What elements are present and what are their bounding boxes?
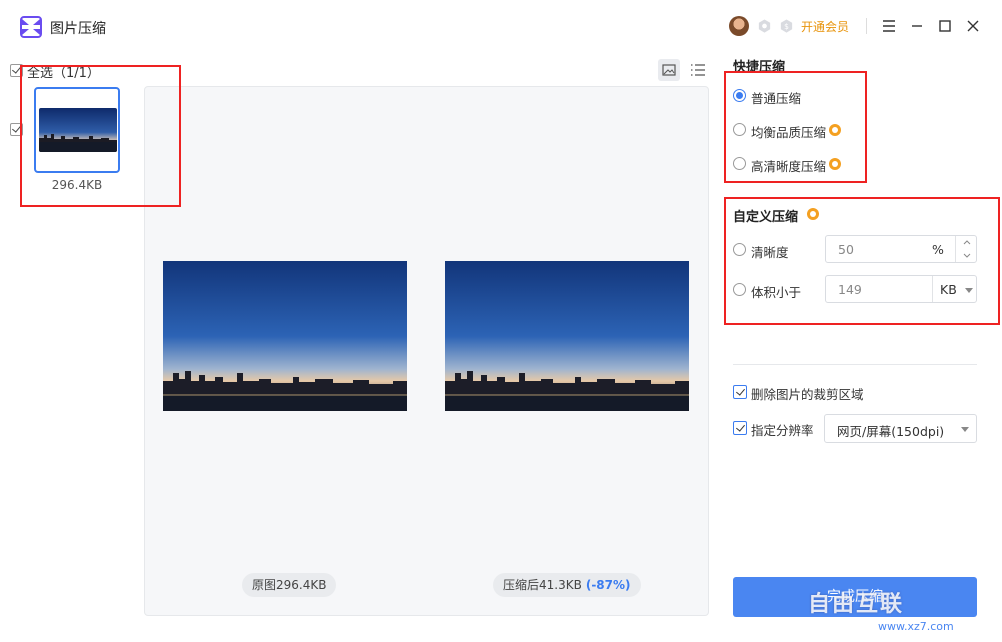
resolution-select[interactable]: 网页/屏幕(150dpi) (824, 414, 977, 443)
resolution-value: 网页/屏幕(150dpi) (837, 424, 945, 439)
image-compress-logo-icon (20, 16, 42, 38)
check-mark-icon (735, 385, 745, 396)
list-view-button[interactable] (688, 60, 708, 80)
caret-down-icon (961, 427, 969, 432)
app-title: 图片压缩 (50, 21, 106, 37)
coin-badge-icon[interactable]: $ (779, 18, 794, 34)
user-avatar[interactable] (729, 16, 749, 36)
compressed-size-pill: 压缩后41.3KB (-87%) (493, 573, 641, 597)
maximize-icon[interactable] (936, 17, 954, 35)
compressed-size-label: 压缩后41.3KB (503, 578, 582, 592)
hexagon-badge-icon[interactable] (757, 18, 772, 34)
image-view-icon (662, 64, 676, 76)
section-divider (733, 364, 977, 365)
remove-crop-checkbox[interactable] (733, 385, 747, 399)
original-size-label: 原图296.4KB (242, 573, 337, 597)
titlebar-divider (866, 18, 867, 34)
open-vip-link[interactable]: 开通会员 (801, 18, 849, 35)
svg-text:$: $ (784, 22, 789, 31)
preview-panel: 原图296.4KB 压缩后41.3KB (-87%) (144, 86, 709, 616)
compressed-image-preview (445, 261, 689, 411)
highlight-box-custom-compress (724, 197, 1000, 325)
menu-icon[interactable] (880, 17, 898, 35)
title-bar: 图片压缩 $ 开通会员 (0, 0, 1002, 52)
close-icon[interactable] (964, 17, 982, 35)
highlight-box-quick-compress (724, 71, 867, 183)
highlight-box-file-list (20, 65, 181, 207)
list-view-icon (691, 64, 705, 76)
minimize-icon[interactable] (908, 17, 926, 35)
image-view-button[interactable] (658, 59, 680, 81)
check-mark-icon (735, 421, 745, 432)
remove-crop-label[interactable]: 删除图片的裁剪区域 (751, 384, 864, 403)
original-image-preview (163, 261, 407, 411)
set-resolution-checkbox[interactable] (733, 421, 747, 435)
watermark-text: 自由互联 (808, 592, 905, 617)
compression-percent: (-87%) (585, 578, 631, 592)
set-resolution-label[interactable]: 指定分辨率 (751, 420, 814, 439)
watermark-url: www.xz7.com (878, 620, 954, 633)
